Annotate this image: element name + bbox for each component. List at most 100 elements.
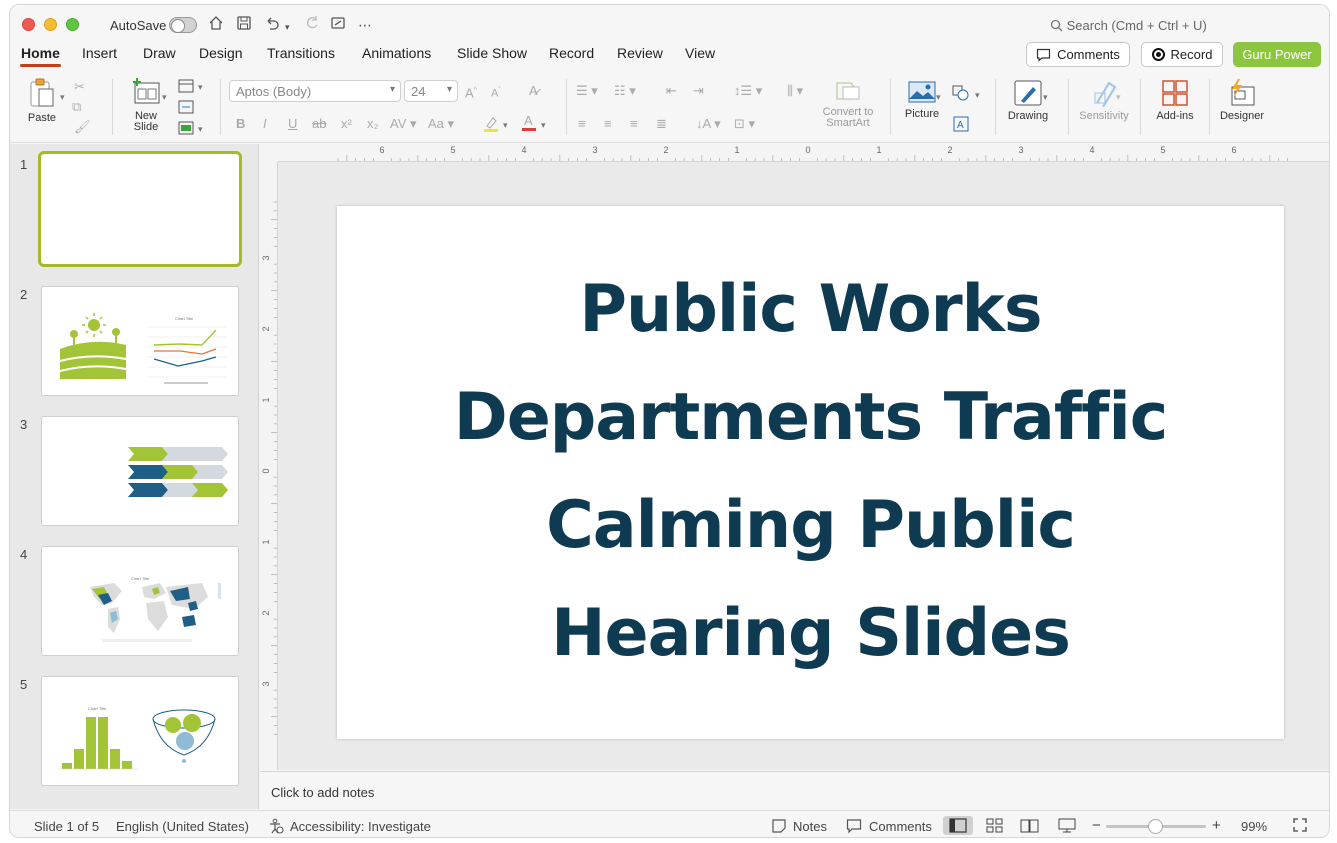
zoom-out-icon[interactable]: − xyxy=(1092,817,1101,834)
accessibility-status[interactable]: Accessibility: Investigate xyxy=(290,819,431,834)
search-bar[interactable]: Search (Cmd + Ctrl + U) xyxy=(1050,18,1207,33)
normal-view-button[interactable] xyxy=(943,816,973,835)
slide-sorter-view-button[interactable] xyxy=(980,816,1010,835)
picture-chevron-icon[interactable]: ▾ xyxy=(936,89,941,105)
tab-draw[interactable]: Draw xyxy=(143,45,176,61)
tab-record[interactable]: Record xyxy=(549,45,594,61)
tab-review[interactable]: Review xyxy=(617,45,663,61)
bullets-icon[interactable]: ☰ ▾ xyxy=(576,83,598,99)
convert-to-smartart-button[interactable]: Convert to SmartArt xyxy=(818,79,878,129)
zoom-level[interactable]: 99% xyxy=(1241,819,1267,834)
tab-home[interactable]: Home xyxy=(20,45,61,67)
change-case-icon[interactable]: Aa ▾ xyxy=(428,116,454,132)
new-slide-button[interactable]: New Slide xyxy=(124,77,168,133)
clear-formatting-icon[interactable]: A̷ xyxy=(529,83,538,99)
font-name-select[interactable]: Aptos (Body) ▾ xyxy=(229,80,401,102)
notes-icon[interactable] xyxy=(771,818,787,837)
slide-thumbnail-1[interactable] xyxy=(38,151,242,267)
paste-dropdown-chevron-icon[interactable]: ▾ xyxy=(60,89,65,105)
section-icon[interactable] xyxy=(178,121,194,139)
sensitivity-chevron-icon[interactable]: ▾ xyxy=(1116,89,1121,105)
slide-title-text-box[interactable]: Public Works Departments Traffic Calming… xyxy=(397,256,1224,688)
text-direction-icon[interactable]: ↓A ▾ xyxy=(696,116,721,132)
highlight-chevron-icon[interactable]: ▾ xyxy=(503,117,508,133)
italic-icon[interactable]: I xyxy=(263,116,267,132)
format-painter-icon[interactable]: 🖌 xyxy=(74,119,91,135)
slide-thumbnail-2[interactable]: Chart Title xyxy=(41,286,239,396)
reset-slide-icon[interactable] xyxy=(178,100,194,118)
line-spacing-icon[interactable]: ↕☰ ▾ xyxy=(734,83,762,99)
tab-insert[interactable]: Insert xyxy=(82,45,117,61)
present-icon[interactable] xyxy=(330,15,346,37)
decrease-font-size-icon[interactable]: Aˇ xyxy=(491,83,501,102)
more-options-icon[interactable]: ⋯ xyxy=(358,15,372,35)
zoom-slider-knob[interactable] xyxy=(1148,819,1163,834)
tab-design[interactable]: Design xyxy=(199,45,243,61)
section-chevron-icon[interactable]: ▾ xyxy=(198,121,203,137)
zoom-window-button[interactable] xyxy=(66,18,79,31)
numbering-icon[interactable]: ☷ ▾ xyxy=(614,83,636,99)
shapes-chevron-icon[interactable]: ▾ xyxy=(975,87,980,103)
notes-toggle-button[interactable]: Notes xyxy=(793,819,827,834)
new-slide-chevron-icon[interactable]: ▾ xyxy=(162,89,167,105)
text-box-icon[interactable]: A xyxy=(953,116,969,136)
comments-toggle-button[interactable]: Comments xyxy=(869,819,932,834)
tab-transitions[interactable]: Transitions xyxy=(267,45,335,61)
decrease-indent-icon[interactable]: ⇤ xyxy=(666,83,677,99)
close-window-button[interactable] xyxy=(22,18,35,31)
align-center-icon[interactable]: ≡ xyxy=(604,116,612,132)
increase-indent-icon[interactable]: ⇥ xyxy=(693,83,704,99)
layout-chevron-icon[interactable]: ▾ xyxy=(198,79,203,95)
slide-show-view-button[interactable] xyxy=(1052,816,1082,835)
notes-pane[interactable]: Click to add notes xyxy=(260,771,1329,809)
fit-to-window-icon[interactable] xyxy=(1292,817,1308,836)
align-text-icon[interactable]: ⊡ ▾ xyxy=(734,116,755,132)
record-button[interactable]: Record xyxy=(1141,42,1223,67)
designer-button[interactable]: Designer xyxy=(1216,79,1268,122)
autosave-toggle[interactable] xyxy=(169,17,197,33)
undo-dropdown-chevron-icon[interactable]: ▾ xyxy=(285,17,290,37)
drawing-chevron-icon[interactable]: ▾ xyxy=(1043,89,1048,105)
zoom-slider[interactable] xyxy=(1106,819,1206,834)
language-status[interactable]: English (United States) xyxy=(116,819,249,834)
align-left-icon[interactable]: ≡ xyxy=(578,116,586,132)
add-ins-button[interactable]: Add-ins xyxy=(1150,79,1200,122)
comments-button[interactable]: Comments xyxy=(1026,42,1130,67)
strikethrough-icon[interactable]: ab xyxy=(312,116,326,132)
tab-view[interactable]: View xyxy=(685,45,715,61)
columns-icon[interactable]: ⫼ ▾ xyxy=(787,83,803,99)
bold-icon[interactable]: B xyxy=(236,116,245,132)
zoom-in-icon[interactable]: + xyxy=(1212,817,1221,834)
accessibility-icon[interactable] xyxy=(268,818,284,837)
tab-slide-show[interactable]: Slide Show xyxy=(457,45,527,61)
slide-thumbnail-3[interactable] xyxy=(41,416,239,526)
save-icon[interactable] xyxy=(236,15,252,37)
align-right-icon[interactable]: ≡ xyxy=(630,116,638,132)
justify-icon[interactable]: ≣ xyxy=(656,116,667,132)
paste-button[interactable]: Paste xyxy=(22,77,62,124)
slide-thumbnail-4[interactable]: Chart Title xyxy=(41,546,239,656)
current-slide[interactable]: Public Works Departments Traffic Calming… xyxy=(337,206,1284,739)
guru-power-button[interactable]: Guru Power xyxy=(1233,42,1321,67)
tab-animations[interactable]: Animations xyxy=(362,45,431,61)
shapes-icon[interactable] xyxy=(952,85,970,105)
subscript-icon[interactable]: x₂ xyxy=(367,116,379,132)
character-spacing-icon[interactable]: AV ▾ xyxy=(390,116,417,132)
layout-icon[interactable] xyxy=(178,79,194,97)
increase-font-size-icon[interactable]: A^ xyxy=(465,83,477,101)
sensitivity-button[interactable]: Sensitivity xyxy=(1074,79,1134,122)
underline-icon[interactable]: U xyxy=(288,116,297,132)
copy-icon[interactable]: ⧉ xyxy=(72,99,81,115)
font-size-select[interactable]: 24 ▾ xyxy=(404,80,458,102)
font-color-chevron-icon[interactable]: ▾ xyxy=(541,117,546,133)
reading-view-button[interactable] xyxy=(1015,816,1045,835)
comment-icon[interactable] xyxy=(846,818,862,837)
redo-icon[interactable] xyxy=(304,15,320,37)
highlight-color-icon[interactable] xyxy=(482,115,500,137)
undo-icon[interactable] xyxy=(264,15,280,37)
cut-icon[interactable]: ✂ xyxy=(74,79,85,95)
font-color-icon[interactable]: A xyxy=(520,113,538,137)
superscript-icon[interactable]: x² xyxy=(341,116,352,132)
slide-thumbnail-5[interactable]: Chart Title xyxy=(41,676,239,786)
minimize-window-button[interactable] xyxy=(44,18,57,31)
